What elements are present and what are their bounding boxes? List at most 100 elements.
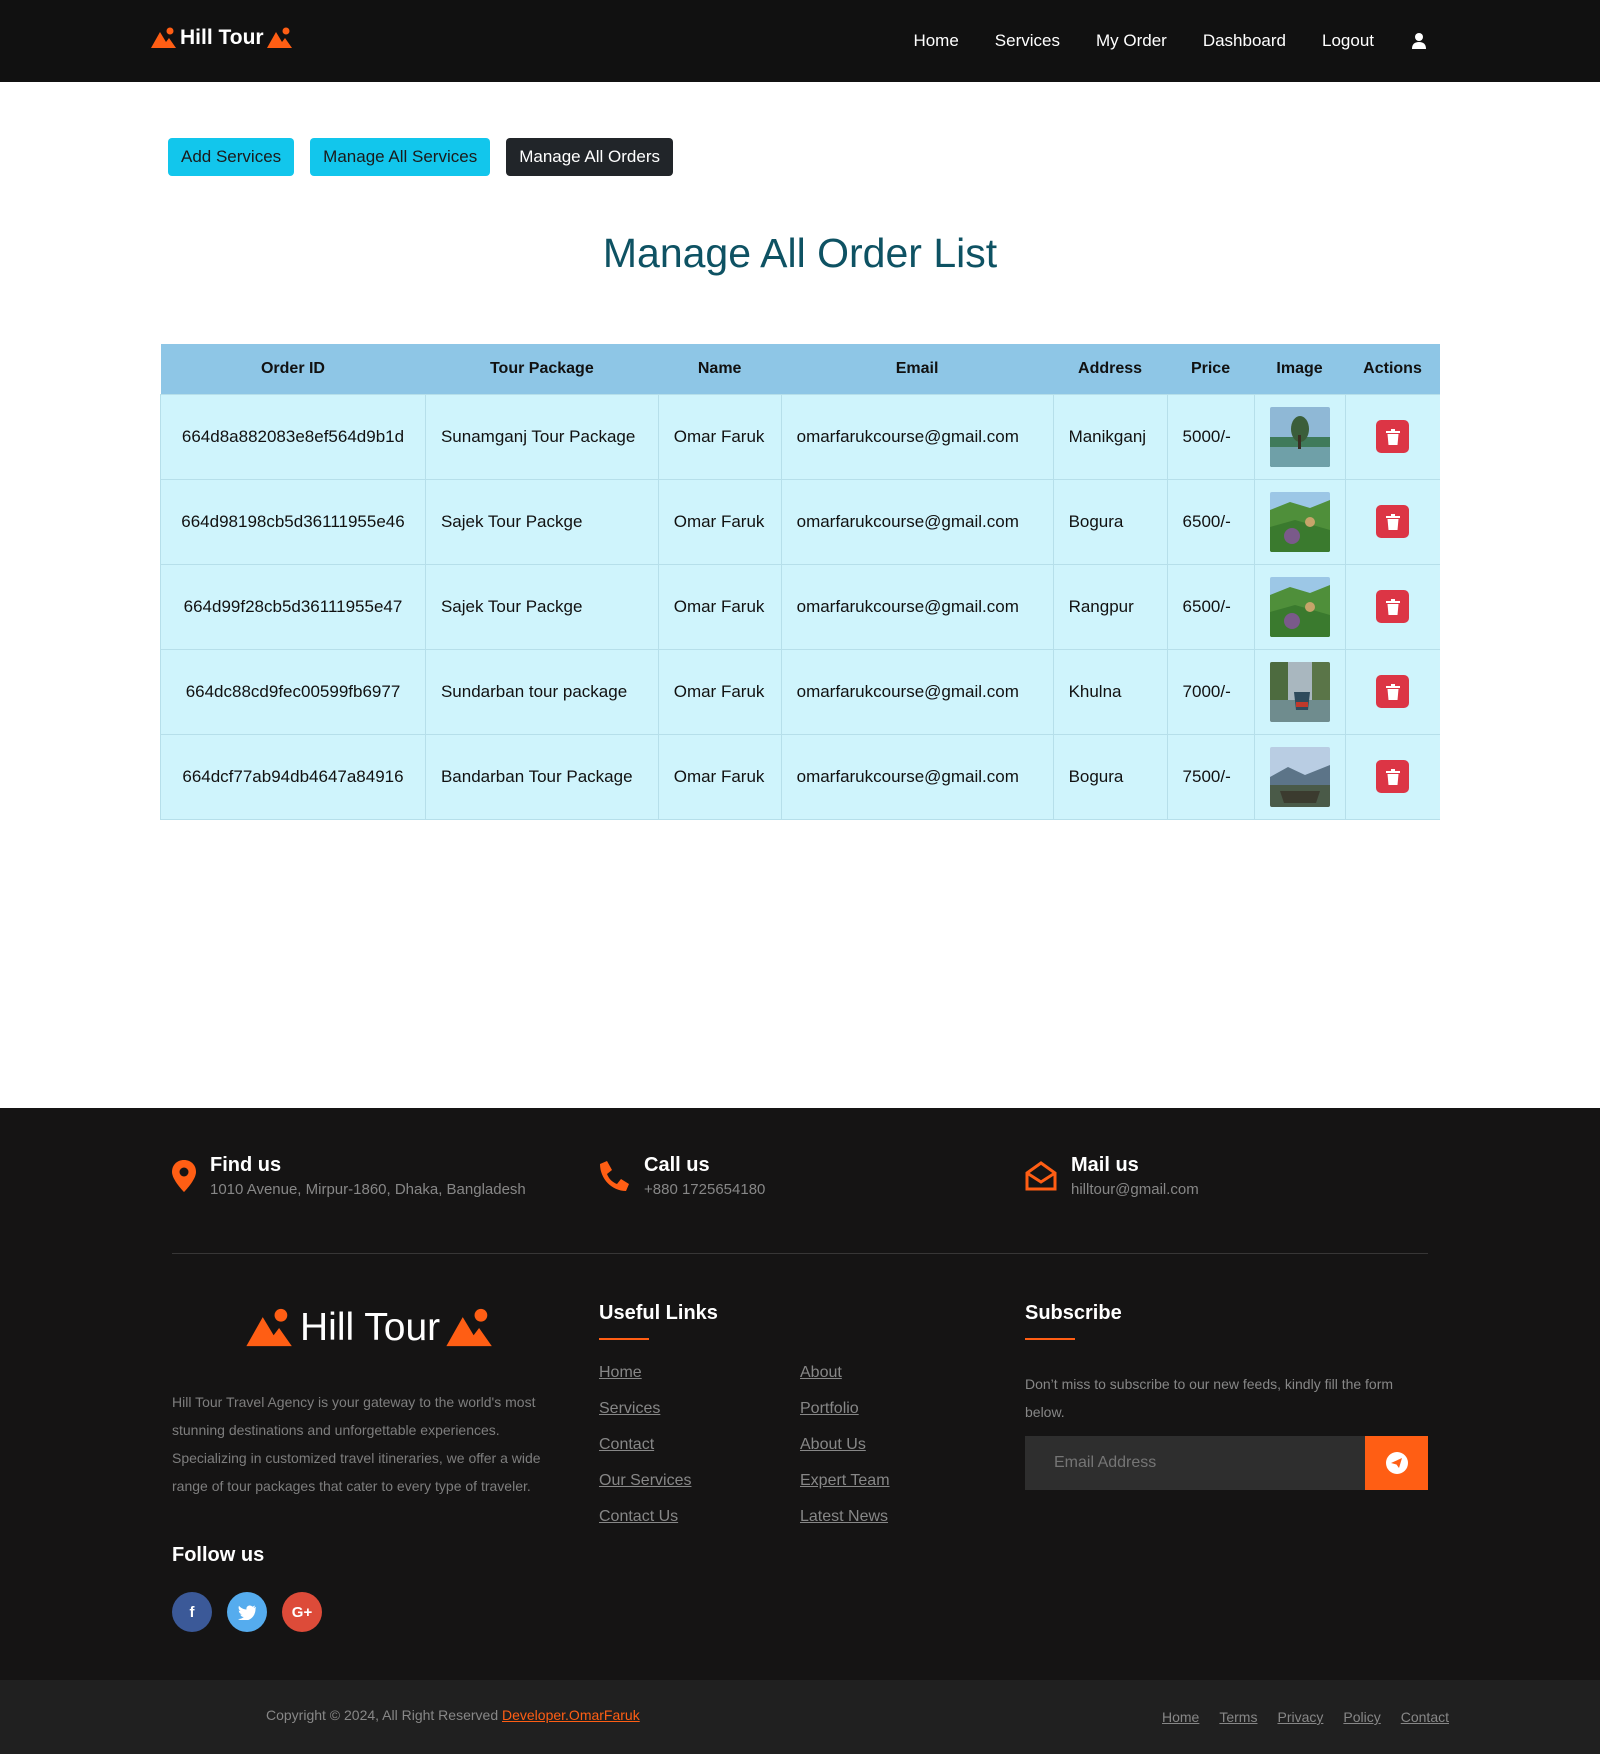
package-cell: Sajek Tour Packge [425,478,659,564]
follow-us-title: Follow us [172,1544,265,1566]
name-cell: Omar Faruk [658,393,782,479]
manage-all-services-button[interactable]: Manage All Services [310,138,491,176]
mail-us-title: Mail us [1071,1154,1139,1176]
copyright-text: Copyright © 2024, All Right Reserved Dev… [266,1707,640,1723]
footer-brand-logo[interactable]: Hill Tour [246,1306,494,1350]
subscribe-form [1025,1436,1428,1490]
footer-link-services[interactable]: Services [599,1400,691,1422]
developer-link[interactable]: Developer.OmarFaruk [502,1707,640,1723]
footer-link-expert-team[interactable]: Expert Team [800,1472,890,1494]
nav-services[interactable]: Services [995,31,1060,51]
email-cell: omarfarukcourse@gmail.com [781,478,1054,564]
telegram-send-icon [1385,1452,1408,1474]
order-id-cell: 664dc88cd9fec00599fb6977 [160,648,426,734]
delete-order-button[interactable] [1376,505,1410,538]
header-order-id: Order ID [160,344,426,394]
footer-link-about-us[interactable]: About Us [800,1436,890,1458]
address-cell: Rangpur [1053,563,1168,649]
footer-link-contact[interactable]: Contact [599,1436,691,1458]
footer-link-contact-us[interactable]: Contact Us [599,1508,691,1530]
sajek-hills-photo [1269,576,1330,637]
nav-my-order[interactable]: My Order [1096,31,1167,51]
price-cell: 6500/- [1167,478,1255,564]
package-cell: Sajek Tour Packge [425,563,659,649]
bottom-link-privacy[interactable]: Privacy [1277,1709,1323,1725]
nav-dashboard[interactable]: Dashboard [1203,31,1286,51]
nav-home[interactable]: Home [913,31,958,51]
actions-cell [1345,648,1440,734]
mail-us-block: Mail us hilltour@gmail.com [1025,1154,1199,1198]
image-cell [1254,563,1346,649]
trash-icon [1385,428,1400,445]
footer-description: Hill Tour Travel Agency is your gateway … [172,1394,541,1494]
header-tour-package: Tour Package [425,344,659,394]
footer-link-our-services[interactable]: Our Services [599,1472,691,1494]
table-row: 664d99f28cb5d36111955e47 Sajek Tour Pack… [160,563,1440,649]
bottom-link-contact[interactable]: Contact [1401,1709,1449,1725]
actions-cell [1345,478,1440,564]
bottom-link-policy[interactable]: Policy [1343,1709,1380,1725]
footer-link-about[interactable]: About [800,1364,890,1386]
phone-icon [600,1161,629,1191]
map-marker-icon [172,1160,196,1192]
mail-us-text: hilltour@gmail.com [1071,1181,1199,1198]
delete-order-button[interactable] [1376,760,1410,793]
brand-name: Hill Tour [180,26,264,49]
email-field[interactable] [1025,1436,1365,1490]
trash-icon [1385,683,1400,700]
trash-icon [1385,598,1400,615]
actions-cell [1345,563,1440,649]
address-cell: Bogura [1053,733,1168,820]
site-footer: Find us 1010 Avenue, Mirpur-1860, Dhaka,… [0,1108,1600,1680]
page-title: Manage All Order List [602,230,998,276]
header-price: Price [1167,344,1255,394]
find-us-title: Find us [210,1154,282,1176]
email-cell: omarfarukcourse@gmail.com [781,563,1054,649]
sajek-hills-photo [1269,491,1330,552]
envelope-open-icon [1025,1161,1057,1191]
email-cell: omarfarukcourse@gmail.com [781,733,1054,820]
email-cell: omarfarukcourse@gmail.com [781,393,1054,479]
delete-order-button[interactable] [1376,590,1410,623]
call-us-text: +880 1725654180 [644,1181,766,1198]
footer-link-portfolio[interactable]: Portfolio [800,1400,890,1422]
social-links: f G+ [172,1592,322,1632]
subscribe-button[interactable] [1365,1436,1428,1490]
table-row: 664d8a882083e8ef564d9b1d Sunamganj Tour … [160,393,1440,479]
call-us-block: Call us +880 1725654180 [598,1154,765,1198]
delete-order-button[interactable] [1376,420,1410,453]
email-cell: omarfarukcourse@gmail.com [781,648,1054,734]
mountain-icon [246,1308,292,1347]
useful-links-col1: Home Services Contact Our Services Conta… [599,1364,691,1530]
brand-logo[interactable]: Hill Tour [151,26,293,50]
twitter-icon[interactable] [227,1592,267,1632]
title-underline [1025,1338,1075,1340]
manage-all-orders-button[interactable]: Manage All Orders [506,138,673,176]
lake-tree-photo [1269,406,1330,467]
order-id-cell: 664d8a882083e8ef564d9b1d [160,393,426,479]
footer-link-latest-news[interactable]: Latest News [800,1508,890,1530]
copyright-bar: Copyright © 2024, All Right Reserved Dev… [0,1680,1600,1754]
mountain-boat-photo [1269,746,1330,807]
trash-icon [1385,513,1400,530]
add-services-button[interactable]: Add Services [168,138,295,176]
footer-divider [172,1253,1428,1254]
order-id-cell: 664d99f28cb5d36111955e47 [160,563,426,649]
package-cell: Sundarban tour package [425,648,659,734]
bottom-link-terms[interactable]: Terms [1219,1709,1257,1725]
delete-order-button[interactable] [1376,675,1410,708]
mountain-icon [151,27,176,48]
user-icon[interactable] [1410,32,1428,50]
order-id-cell: 664dcf77ab94db4647a84916 [160,733,426,820]
useful-links-title: Useful Links [599,1302,718,1340]
nav-logout[interactable]: Logout [1322,31,1374,51]
table-row: 664d98198cb5d36111955e46 Sajek Tour Pack… [160,478,1440,564]
table-header-row: Order ID Tour Package Name Email Address… [160,344,1440,394]
footer-link-home[interactable]: Home [599,1364,691,1386]
google-plus-icon[interactable]: G+ [282,1592,322,1632]
address-cell: Khulna [1053,648,1168,734]
find-us-text: 1010 Avenue, Mirpur-1860, Dhaka, Banglad… [210,1181,526,1198]
facebook-icon[interactable]: f [172,1592,212,1632]
price-cell: 5000/- [1167,393,1255,479]
bottom-link-home[interactable]: Home [1162,1709,1199,1725]
